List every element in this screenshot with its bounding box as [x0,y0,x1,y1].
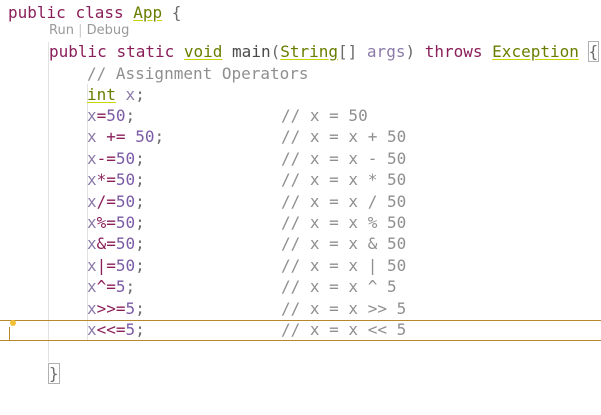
keyword: throws [424,42,483,61]
operator: %= [96,213,116,232]
paren: ) [405,42,416,61]
debug-codelens[interactable]: Debug [87,23,130,38]
brace: } [48,363,60,384]
semicolon: ; [135,213,145,232]
variable: x [87,127,97,146]
number-literal: 50 [115,192,136,211]
code-line-declaration[interactable]: int x; [87,84,145,105]
variable: x [87,149,97,168]
comment: // x = x | 50 [281,256,407,275]
semicolon: ; [135,149,145,168]
class-name: App [133,3,163,22]
comment: // x = 50 [281,106,368,125]
comment: // x = x % 50 [281,213,407,232]
variable: x [125,85,136,104]
semicolon: ; [135,85,145,104]
variable: x [87,192,97,211]
operator: = [96,106,107,125]
indent-guide [48,42,49,362]
code-line-statement[interactable]: x|=50; // x = x | 50 [87,255,406,276]
number-literal: 50 [106,106,126,125]
number-literal: 50 [115,213,136,232]
operator: /= [96,192,116,211]
return-type: void [183,42,223,61]
variable: x [87,277,97,296]
param-type: String [280,42,339,61]
comment: // x = x & 50 [281,234,407,253]
operator: *= [96,170,116,189]
number-literal: 5 [115,277,126,296]
paren: ( [270,42,281,61]
operator: >>= [96,299,126,318]
semicolon: ; [154,127,165,146]
method-name: main [232,42,271,61]
operator: -= [96,149,116,168]
keyword: public [49,42,107,61]
array-brackets: [] [338,42,358,61]
semicolon: ; [125,106,136,125]
code-line-main-decl[interactable]: public static void main(String[] args) t… [49,41,600,62]
operator: &= [96,234,116,253]
variable: x [87,106,97,125]
semicolon: ; [135,299,145,318]
comment: // x = x + 50 [281,127,407,146]
code-line-statement[interactable]: x>>=5; // x = x >> 5 [87,298,406,319]
current-line-highlight [0,320,601,341]
brace: { [587,41,600,62]
keyword: static [116,42,175,61]
semicolon: ; [135,192,145,211]
code-line-statement[interactable]: x&=50; // x = x & 50 [87,233,406,254]
codelens: Run | Debug [49,20,129,41]
comment: // x = x >> 5 [281,299,407,318]
operator: += [106,127,126,146]
text-cursor [9,327,10,340]
variable: x [87,213,97,232]
semicolon: ; [135,256,145,275]
comment: // x = x - 50 [281,149,407,168]
type-keyword: int [87,85,116,104]
code-line-statement[interactable]: x%=50; // x = x % 50 [87,212,406,233]
code-line-closing-brace[interactable]: } [48,363,60,384]
semicolon: ; [135,170,145,189]
variable: x [87,299,97,318]
code-line-comment[interactable]: // Assignment Operators [87,63,309,84]
number-literal: 50 [135,127,155,146]
operator: ^= [96,277,116,296]
codelens-separator: | [78,23,83,38]
comment: // x = x / 50 [281,192,407,211]
comment: // Assignment Operators [87,64,309,83]
brace: { [171,3,182,22]
spacing [97,127,107,146]
number-literal: 50 [115,170,136,189]
param-name: args [366,42,406,61]
variable: x [87,234,97,253]
variable: x [87,170,97,189]
code-line-statement[interactable]: x += 50; // x = x + 50 [87,126,406,147]
number-literal: 50 [115,149,136,168]
code-editor[interactable]: public class App { Run | Debug public st… [0,0,601,415]
run-codelens[interactable]: Run [49,23,74,38]
comment: // x = x ^ 5 [281,277,397,296]
number-literal: 50 [115,234,136,253]
code-line-statement[interactable]: x/=50; // x = x / 50 [87,191,406,212]
exception-type: Exception [492,42,579,61]
operator: |= [96,256,116,275]
code-line-statement[interactable]: x-=50; // x = x - 50 [87,148,406,169]
code-line-statement[interactable]: x=50; // x = 50 [87,105,368,126]
number-literal: 5 [125,299,136,318]
code-line-statement[interactable]: x^=5; // x = x ^ 5 [87,276,397,297]
lightbulb-icon[interactable] [10,320,16,326]
code-line-statement[interactable]: x*=50; // x = x * 50 [87,169,406,190]
semicolon: ; [125,277,136,296]
semicolon: ; [135,234,145,253]
number-literal: 50 [115,256,136,275]
variable: x [87,256,97,275]
comment: // x = x * 50 [281,170,407,189]
